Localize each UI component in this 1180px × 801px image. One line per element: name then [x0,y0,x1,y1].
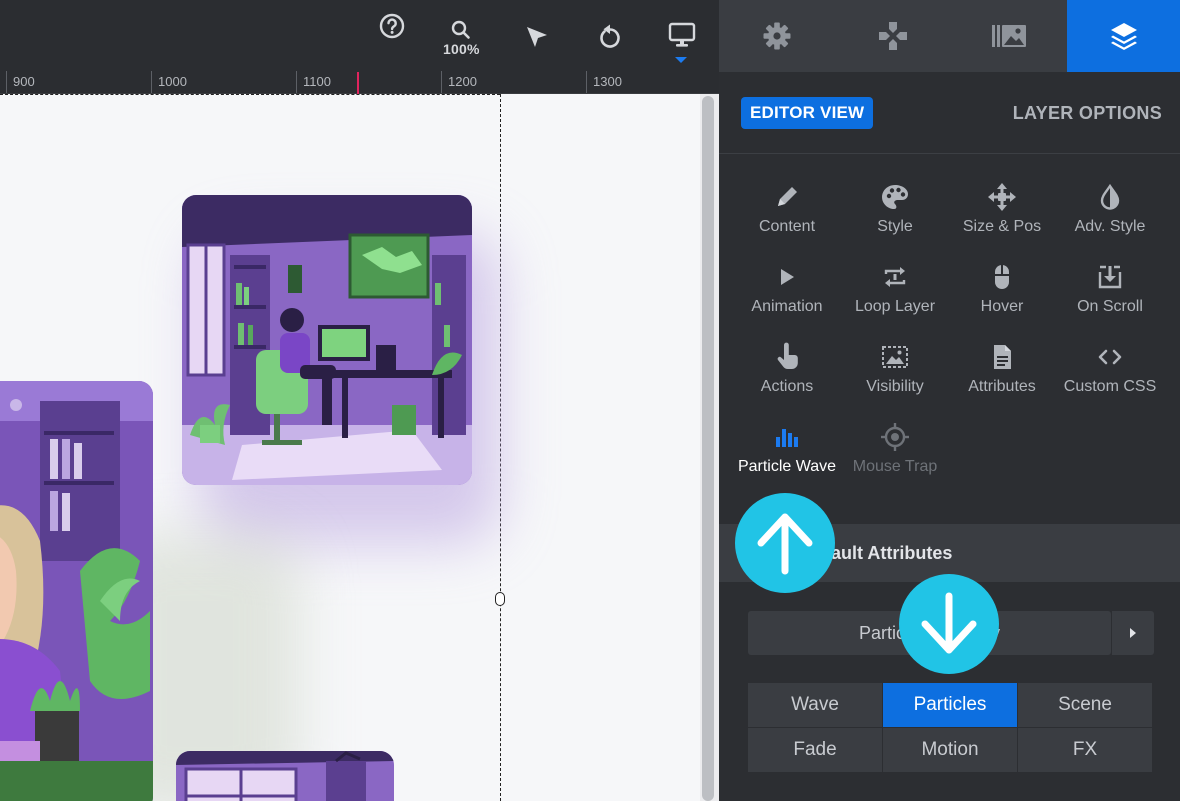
option-label: Content [758,218,816,235]
ruler-label: 1000 [158,74,187,89]
pencil-icon [778,187,797,206]
option-label: Loop Layer [854,298,936,315]
ruler-label: 900 [13,74,35,89]
select-tool-button[interactable] [524,24,550,74]
caret-right-icon [1130,628,1136,638]
option-animation[interactable]: Animation [733,262,841,332]
illustration-card-reading[interactable] [0,381,153,801]
option-loop-layer[interactable]: Loop Layer [841,262,949,332]
download-box-icon [1098,265,1122,289]
window-illustration-image [176,751,394,801]
option-label: Actions [760,378,814,395]
crosshair-icon [881,423,909,451]
option-adv-style[interactable]: Adv. Style [1056,182,1164,252]
media-library-icon [992,25,1026,47]
ruler-label: 1100 [303,74,331,89]
device-caret-icon [675,57,687,63]
preset-tabs: Wave Particles Scene Fade Motion FX [748,683,1152,772]
gear-icon [763,22,791,50]
bar-chart-icon [776,429,798,447]
zoom-level: 100% [443,41,480,57]
palette-icon [882,185,908,209]
option-label: Adv. Style [1074,218,1146,235]
office-illustration-image [182,195,472,485]
option-style[interactable]: Style [841,182,949,252]
desktop-view-button[interactable] [668,22,696,72]
option-label: Animation [751,298,823,315]
arrow-up-icon [757,513,813,575]
contrast-drop-icon [1100,183,1120,210]
tab-settings[interactable] [719,0,835,72]
code-icon [1098,349,1122,365]
hand-pointer-icon [777,342,798,370]
layer-options-panel: EDITOR VIEW LAYER OPTIONS Content Style … [719,72,1180,801]
layers-icon [1110,23,1137,50]
preset-wave[interactable]: Wave [748,683,882,727]
option-size-pos[interactable]: Size & Pos [948,182,1056,252]
ruler-label: 1200 [448,74,477,89]
help-icon [379,13,405,39]
option-visibility[interactable]: Visibility [841,342,949,412]
preset-fade[interactable]: Fade [748,728,882,772]
option-attributes[interactable]: Attributes [948,342,1056,412]
option-actions[interactable]: Actions [733,342,841,412]
gamepad-icon [879,22,907,50]
option-label: Custom CSS [1063,378,1157,395]
play-icon [781,269,794,285]
panel-mode-bar: EDITOR VIEW LAYER OPTIONS [719,72,1180,154]
mouse-icon [995,265,1009,289]
panel-tabs [719,0,1180,72]
option-label: Mouse Trap [852,458,938,475]
option-label: On Scroll [1077,298,1143,315]
zoom-button[interactable]: 100% [443,20,480,70]
option-label: Size & Pos [962,218,1042,235]
option-custom-css[interactable]: Custom CSS [1056,342,1164,412]
image-dashed-icon [882,346,908,368]
option-label: Style [877,218,913,235]
top-toolbar: 100% [0,0,719,72]
option-particle-wave[interactable]: Particle Wave [733,422,841,492]
option-content[interactable]: Content [733,182,841,252]
illustration-card-desk[interactable] [182,195,472,485]
option-on-scroll[interactable]: On Scroll [1056,262,1164,332]
select-pointer-icon [527,27,547,47]
option-label: Attributes [968,378,1036,395]
zoom-icon [452,20,471,39]
editor-view-button[interactable]: EDITOR VIEW [741,97,874,129]
document-icon [994,345,1011,369]
ruler-position-marker [357,72,359,94]
preset-scene[interactable]: Scene [1018,683,1152,727]
library-expand-button[interactable] [1111,611,1154,655]
option-label: Particle Wave [737,458,837,475]
ruler-label: 1300 [593,74,622,89]
option-hover[interactable]: Hover [948,262,1056,332]
editor-canvas[interactable] [0,94,700,801]
move-arrows-icon [988,183,1016,211]
help-button[interactable] [378,12,406,62]
undo-button[interactable] [597,22,623,72]
horizontal-ruler: 900 1000 1100 1200 1300 [0,71,719,94]
canvas-guide-vertical [500,94,501,801]
layer-options-button[interactable]: LAYER OPTIONS [1013,103,1162,124]
tab-navigation[interactable] [835,0,951,72]
preset-fx[interactable]: FX [1018,728,1152,772]
callout-arrow-up [735,493,835,593]
reading-illustration-image [0,381,153,801]
canvas-scrollbar-thumb[interactable] [702,96,714,801]
canvas-guide-horizontal [0,94,500,95]
tab-media-library[interactable] [951,0,1067,72]
guide-resize-handle[interactable] [495,592,505,606]
callout-arrow-down [899,574,999,674]
arrow-down-icon [921,592,977,654]
option-mouse-trap[interactable]: Mouse Trap [841,422,949,492]
preset-motion[interactable]: Motion [883,728,1017,772]
loop-icon [884,267,906,287]
tab-layers[interactable] [1067,0,1180,72]
option-label: Hover [980,298,1024,315]
option-label: Visibility [866,378,924,395]
undo-icon [600,24,620,48]
illustration-card-window[interactable] [176,751,394,801]
desktop-device-icon [668,22,696,47]
preset-particles[interactable]: Particles [883,683,1017,727]
